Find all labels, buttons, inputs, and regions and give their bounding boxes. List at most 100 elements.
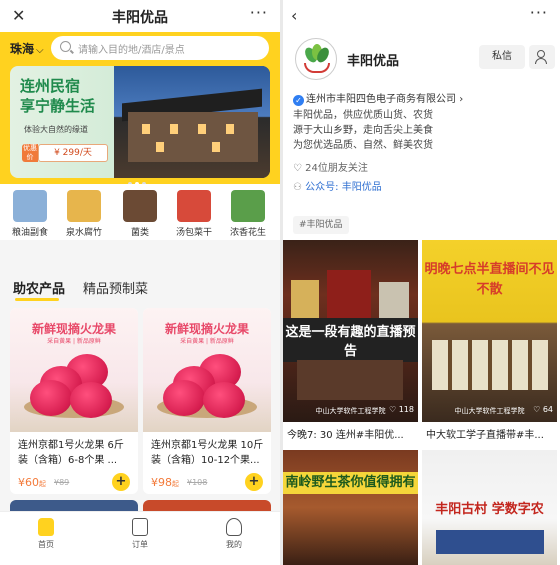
profile-icon: [226, 518, 242, 536]
back-icon[interactable]: ‹: [291, 6, 297, 25]
logo-ring: [304, 63, 330, 73]
video-tile[interactable]: 丰阳古村 学数字农: [422, 450, 557, 565]
banner-window: [226, 124, 234, 134]
add-to-cart-button[interactable]: [245, 473, 263, 491]
product-image-title: 新鲜现摘火龙果: [31, 322, 116, 336]
category-label: 汤包菜干: [175, 228, 212, 238]
like-number: 64: [542, 405, 553, 414]
message-button[interactable]: 私信: [479, 45, 525, 69]
add-to-cart-button[interactable]: [112, 473, 130, 491]
more-dots-icon[interactable]: ···: [530, 3, 548, 22]
video-caption[interactable]: 今晚7: 30 连州#丰阳优...: [287, 426, 422, 441]
like-count: ♡ 64: [533, 405, 553, 414]
video-tile[interactable]: 这是一段有趣的直播预告 中山大学软件工程学院 ♡ 118: [283, 240, 418, 422]
official-account-name: 公众号: 丰阳优品: [305, 182, 382, 193]
tab-prepared-dishes[interactable]: 精品预制菜: [83, 278, 148, 297]
category-item[interactable]: 汤包菜干: [172, 190, 216, 238]
like-count: ♡ 118: [389, 405, 414, 414]
banner-title-line2: 享宁静生活: [20, 97, 96, 115]
soup-pack-icon: [177, 190, 211, 222]
verified-company[interactable]: ✓ 连州市丰阳四色电子商务有限公司 ›: [293, 90, 553, 106]
company-name: 连州市丰阳四色电子商务有限公司: [306, 94, 456, 105]
product-name: 连州京都1号火龙果 6斤装（含箱）6-8个果 ...: [18, 440, 124, 466]
user-icon: ⚇: [293, 182, 302, 193]
category-item[interactable]: 菌类: [118, 190, 162, 238]
nav-label: 订单: [132, 540, 148, 549]
banner-price: ¥ 299/天: [38, 144, 108, 162]
city-selector[interactable]: 珠海 ⌵: [10, 40, 44, 57]
product-image-title: 新鲜现摘火龙果: [164, 322, 249, 336]
search-placeholder: 请输入目的地/酒店/景点: [78, 45, 185, 56]
like-number: 118: [398, 405, 414, 414]
follow-button[interactable]: [529, 45, 555, 69]
dragon-fruit: [70, 382, 112, 418]
search-input[interactable]: 请输入目的地/酒店/景点: [51, 36, 269, 60]
page-title: 丰阳优品: [112, 10, 168, 26]
friends-following[interactable]: ♡ 24位朋友关注: [293, 159, 368, 174]
category-item[interactable]: 泉水腐竹: [62, 190, 106, 238]
banner-building: [128, 112, 258, 162]
video-overlay-text: 丰阳古村 学数字农: [435, 502, 544, 517]
price-unit: 起: [39, 480, 46, 488]
friends-count: 24位朋友关注: [305, 163, 368, 174]
product-box: [291, 280, 319, 320]
price-unit: 起: [172, 480, 179, 488]
dragon-fruit: [30, 380, 72, 416]
category-item[interactable]: 粮油副食: [8, 190, 52, 238]
hashtag-chip[interactable]: #丰阳优品: [293, 216, 349, 234]
product-card[interactable]: 新鲜现摘火龙果 采自黄果 | 新品原鲜 连州京都1号火龙果 10斤装（含箱）10…: [143, 308, 271, 494]
category-item[interactable]: 浓香花生: [226, 190, 270, 238]
video-overlay-text: 南岭野生茶你值得拥有: [283, 472, 418, 494]
banner-window: [198, 124, 206, 134]
user-add-icon-body: [535, 58, 547, 64]
category-label: 粮油副食: [11, 228, 48, 238]
nav-orders[interactable]: 订单: [120, 518, 160, 550]
video-overlay-text: 明晚七点半直播间不见不散: [424, 262, 555, 297]
verified-badge-icon: ✓: [293, 95, 304, 106]
brand-logo[interactable]: [295, 38, 337, 80]
top-bar: ✕ 丰阳优品 ···: [0, 0, 280, 32]
friends-icon: ♡: [293, 163, 302, 174]
video-tile[interactable]: 明晚七点半直播间不见不散 中山大学软件工程学院 ♡ 64: [422, 240, 557, 422]
search-icon: [60, 41, 71, 52]
banner-title-line1: 连州民宿: [20, 77, 81, 95]
banner-window: [170, 124, 178, 134]
category-label: 泉水腐竹: [65, 228, 102, 238]
city-name: 珠海: [10, 42, 35, 56]
original-price: ¥89: [54, 478, 70, 487]
tab-farm-products[interactable]: 助农产品: [13, 278, 65, 301]
original-price: ¥108: [187, 478, 208, 487]
price-value: ¥98: [151, 476, 172, 489]
product-image-subtitle: 采自黄果 | 新品原鲜: [180, 338, 234, 345]
nav-label: 首页: [38, 540, 54, 549]
product-box: [379, 282, 409, 320]
official-account-link[interactable]: ⚇ 公众号: 丰阳优品: [293, 178, 382, 193]
chevron-right-icon: ›: [459, 94, 464, 105]
account-bio: 丰阳优品，供应优质山货、农货 源于大山乡野，走向舌尖上美食 为您优选品质、自然、…: [293, 108, 533, 153]
banner-price-tag: 优惠价: [22, 144, 38, 162]
more-dots-icon[interactable]: ···: [250, 3, 268, 22]
mini-program-home: ✕ 丰阳优品 ··· 珠海 ⌵ 请输入目的地/酒店/景点 连州民宿 享宁静生活 体…: [0, 0, 280, 565]
bio-line: 为您优选品质、自然、鲜美农货: [293, 140, 433, 151]
category-label: 菌类: [130, 228, 149, 238]
nav-profile[interactable]: 我的: [214, 518, 254, 550]
home-icon: [38, 518, 54, 536]
category-label: 浓香花生: [229, 228, 266, 238]
peanut-icon: [231, 190, 265, 222]
tofu-skin-icon: [67, 190, 101, 222]
video-caption[interactable]: 中大软工学子直播带#丰...: [426, 426, 560, 441]
chevron-down-icon: ⌵: [36, 45, 44, 56]
account-name: 丰阳优品: [347, 54, 400, 69]
banner-title: 连州民宿 享宁静生活: [20, 76, 95, 116]
bio-line: 丰阳优品，供应优质山货、农货: [293, 110, 433, 121]
product-card[interactable]: 新鲜现摘火龙果 采自黄果 | 新品原鲜 连州京都1号火龙果 6斤装（含箱）6-8…: [10, 308, 138, 494]
promo-banner[interactable]: 连州民宿 享宁静生活 体验大自然的缘道 优惠价 ¥ 299/天: [10, 66, 270, 178]
nav-label: 我的: [226, 540, 242, 549]
order-icon: [132, 518, 148, 536]
banner-strip: [436, 530, 544, 554]
video-tile[interactable]: 南岭野生茶你值得拥有: [283, 450, 418, 565]
product-name: 连州京都1号火龙果 10斤装（含箱）10-12个果...: [151, 440, 264, 466]
user-add-icon: [537, 50, 545, 58]
nav-home[interactable]: 首页: [26, 518, 66, 550]
product-image-subtitle: 采自黄果 | 新品原鲜: [47, 338, 101, 345]
